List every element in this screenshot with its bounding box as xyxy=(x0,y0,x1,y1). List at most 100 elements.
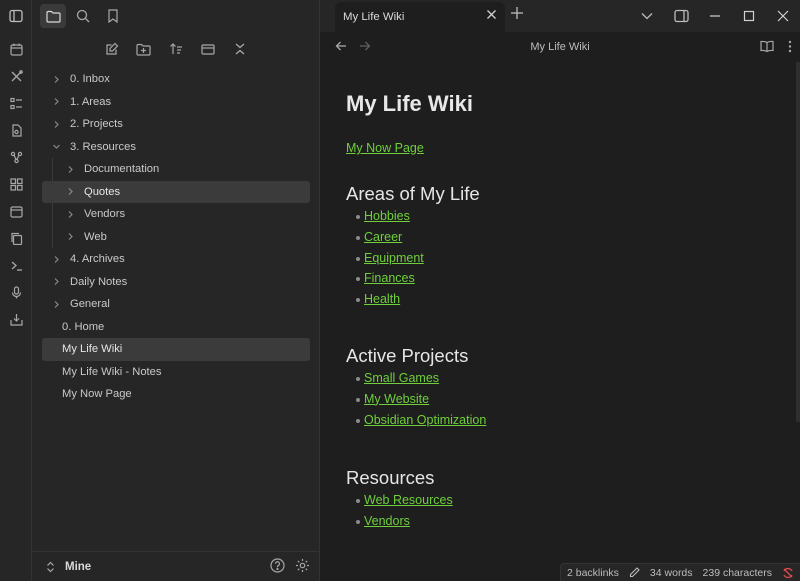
internal-link[interactable]: Career xyxy=(364,230,402,244)
files-tab[interactable] xyxy=(40,4,66,28)
tree-item-label: General xyxy=(70,298,110,311)
note-title-heading: My Life Wiki xyxy=(346,91,473,116)
chevron-right-icon[interactable] xyxy=(64,232,76,241)
chevron-updown-icon xyxy=(47,561,54,572)
tree-item-label: Web xyxy=(84,230,107,243)
internal-link[interactable]: Obsidian Optimization xyxy=(364,413,486,427)
calendar-icon[interactable] xyxy=(0,36,32,63)
internal-link[interactable]: Health xyxy=(364,292,400,306)
file-item[interactable]: My Life Wiki - Notes xyxy=(42,361,310,384)
list-item: Career xyxy=(346,227,786,248)
copy-icon[interactable] xyxy=(0,225,32,252)
scrollbar[interactable] xyxy=(796,62,800,422)
window-controls xyxy=(630,0,800,32)
microphone-icon[interactable] xyxy=(0,279,32,306)
resources-heading: Resources xyxy=(346,467,435,489)
areas-heading: Areas of My Life xyxy=(346,183,480,204)
left-ribbon xyxy=(0,0,32,581)
tree-item-label: 0. Inbox xyxy=(70,73,110,86)
maximize-icon[interactable] xyxy=(732,0,766,32)
vault-switcher[interactable]: Mine xyxy=(46,561,91,573)
chevron-right-icon[interactable] xyxy=(64,210,76,219)
list-item: Obsidian Optimization xyxy=(346,410,786,431)
reading-view-book-icon[interactable] xyxy=(760,40,774,53)
tree-item-label: 2. Projects xyxy=(70,118,123,131)
folder-item[interactable]: 0. Inbox xyxy=(42,68,310,91)
tab-list-chevron-icon[interactable] xyxy=(630,0,664,32)
collapse-all-icon[interactable] xyxy=(229,38,251,60)
internal-link[interactable]: Hobbies xyxy=(364,209,410,223)
tab-my-life-wiki[interactable]: My Life Wiki xyxy=(335,2,505,32)
tree-item-label: Daily Notes xyxy=(70,275,128,288)
tree-item-label: 3. Resources xyxy=(70,140,136,153)
chevron-right-icon[interactable] xyxy=(50,75,62,84)
graph-tool-icon[interactable] xyxy=(0,63,32,90)
file-item[interactable]: My Life Wiki xyxy=(42,338,310,361)
list-item: Finances xyxy=(346,268,786,289)
chevron-right-icon[interactable] xyxy=(64,187,76,196)
edit-pencil-icon[interactable] xyxy=(629,567,640,578)
folder-item[interactable]: Daily Notes xyxy=(42,271,310,294)
chevron-right-icon[interactable] xyxy=(50,300,62,309)
folder-item[interactable]: Vendors xyxy=(42,203,310,226)
projects-list: Small Games My Website Obsidian Optimizati… xyxy=(346,368,786,430)
file-item[interactable]: My Now Page xyxy=(42,383,310,406)
new-folder-icon[interactable] xyxy=(133,38,155,60)
folder-item[interactable]: Quotes xyxy=(42,180,310,203)
file-explorer-sidebar: 0. Inbox 1. Areas 2. Projects 3. Resources D… xyxy=(32,0,320,581)
chevron-right-icon[interactable] xyxy=(50,277,62,286)
toggle-right-sidebar-icon[interactable] xyxy=(664,0,698,32)
terminal-icon[interactable] xyxy=(0,252,32,279)
help-icon[interactable] xyxy=(270,558,285,573)
auto-reveal-icon[interactable] xyxy=(197,38,219,60)
tree-item-label: My Now Page xyxy=(62,388,132,401)
tree-item-label: 1. Areas xyxy=(70,95,112,108)
sync-status-icon[interactable] xyxy=(782,567,794,579)
tree-item-label: My Life Wiki - Notes xyxy=(62,365,162,378)
folder-item[interactable]: 1. Areas xyxy=(42,91,310,114)
outline-icon[interactable] xyxy=(0,90,32,117)
bookmarks-tab[interactable] xyxy=(100,4,126,28)
chevron-down-icon[interactable] xyxy=(50,142,62,151)
file-tree: 0. Inbox 1. Areas 2. Projects 3. Resources D… xyxy=(42,68,310,406)
minimize-icon[interactable] xyxy=(698,0,732,32)
new-tab-icon[interactable] xyxy=(510,6,524,20)
folder-item[interactable]: 4. Archives xyxy=(42,248,310,271)
internal-link[interactable]: Vendors xyxy=(364,514,410,528)
folder-item[interactable]: Documentation xyxy=(42,158,310,181)
tree-item-label: 0. Home xyxy=(62,320,105,333)
chevron-right-icon[interactable] xyxy=(50,120,62,129)
daily-note-icon[interactable] xyxy=(0,198,32,225)
view-title[interactable]: My Life Wiki xyxy=(320,41,800,53)
list-item: Vendors xyxy=(346,511,786,532)
import-icon[interactable] xyxy=(0,306,32,333)
folder-item[interactable]: Web xyxy=(42,226,310,249)
settings-gear-icon[interactable] xyxy=(295,558,310,573)
folder-item[interactable]: General xyxy=(42,293,310,316)
new-note-icon[interactable] xyxy=(101,38,123,60)
file-item[interactable]: 0. Home xyxy=(42,316,310,339)
chevron-right-icon[interactable] xyxy=(64,165,76,174)
folder-item[interactable]: 2. Projects xyxy=(42,113,310,136)
toggle-sidebar-icon[interactable] xyxy=(0,3,31,30)
sort-icon[interactable] xyxy=(165,38,187,60)
search-file-icon[interactable] xyxy=(0,117,32,144)
backlinks-count[interactable]: 2 backlinks xyxy=(567,567,619,579)
projects-heading: Active Projects xyxy=(346,344,469,366)
tree-item-label: My Life Wiki xyxy=(62,343,123,356)
internal-link[interactable]: Equipment xyxy=(364,251,424,265)
close-icon[interactable] xyxy=(486,9,497,20)
window-close-icon[interactable] xyxy=(766,0,800,32)
search-tab[interactable] xyxy=(70,4,96,28)
internal-link[interactable]: Web Resources xyxy=(364,493,453,507)
chevron-right-icon[interactable] xyxy=(50,255,62,264)
internal-link[interactable]: Finances xyxy=(364,271,415,285)
internal-link[interactable]: Small Games xyxy=(364,371,439,385)
my-now-page-link[interactable]: My Now Page xyxy=(346,141,786,155)
internal-link[interactable]: My Website xyxy=(364,392,429,406)
folder-item[interactable]: 3. Resources xyxy=(42,136,310,159)
more-options-icon[interactable] xyxy=(788,40,792,53)
chevron-right-icon[interactable] xyxy=(50,97,62,106)
canvas-icon[interactable] xyxy=(0,171,32,198)
graph-view-icon[interactable] xyxy=(0,144,32,171)
